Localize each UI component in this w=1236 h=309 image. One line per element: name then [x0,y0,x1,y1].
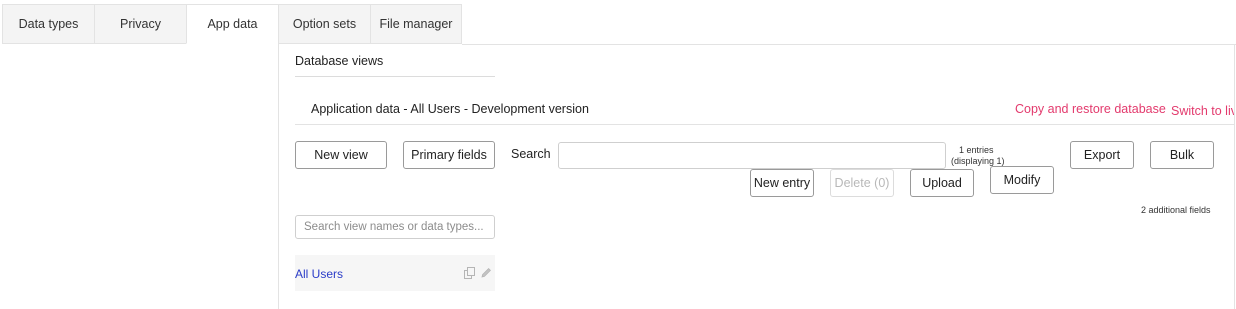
panel-right-border [1234,44,1235,309]
new-view-button[interactable]: New view [295,141,387,169]
tab-app-data[interactable]: App data [186,4,279,44]
tab-label: App data [207,17,258,31]
tab-label: File manager [379,17,453,31]
new-entry-button[interactable]: New entry [750,169,814,197]
app-data-title: Application data - All Users - Developme… [311,102,589,116]
panel-left-border [278,44,279,309]
search-input[interactable] [558,142,946,169]
section-title: Database views [295,54,384,68]
export-button[interactable]: Export [1070,141,1134,169]
view-name-link[interactable]: All Users [295,267,343,281]
view-search-input[interactable] [295,215,495,239]
search-label: Search [511,147,551,161]
tab-data-types[interactable]: Data types [2,4,95,44]
tab-option-sets[interactable]: Option sets [278,4,371,44]
entries-count: 1 entries [959,145,994,155]
switch-live-link-wrapper: Switch to live [1171,102,1234,120]
tab-file-manager[interactable]: File manager [370,4,462,44]
view-list-item[interactable]: All Users [295,255,495,291]
header-divider [295,124,1234,125]
tab-label: Option sets [292,17,357,31]
bulk-button[interactable]: Bulk [1150,141,1214,169]
entries-displaying: (displaying 1) [951,156,1005,166]
copy-restore-database-link[interactable]: Copy and restore database [1015,102,1166,116]
panel-top-border [462,44,1236,45]
copy-icon[interactable] [463,266,477,280]
tab-privacy[interactable]: Privacy [94,4,187,44]
tab-label: Privacy [120,17,161,31]
additional-fields-count: 2 additional fields [1141,205,1211,215]
section-title-underline [295,76,495,77]
switch-to-live-link[interactable]: Switch to live [1171,104,1234,118]
modify-button[interactable]: Modify [990,166,1054,194]
tab-label: Data types [18,17,79,31]
edit-pencil-icon[interactable] [479,266,493,280]
primary-fields-button[interactable]: Primary fields [403,141,495,169]
delete-button[interactable]: Delete (0) [830,169,894,197]
upload-button[interactable]: Upload [910,169,974,197]
